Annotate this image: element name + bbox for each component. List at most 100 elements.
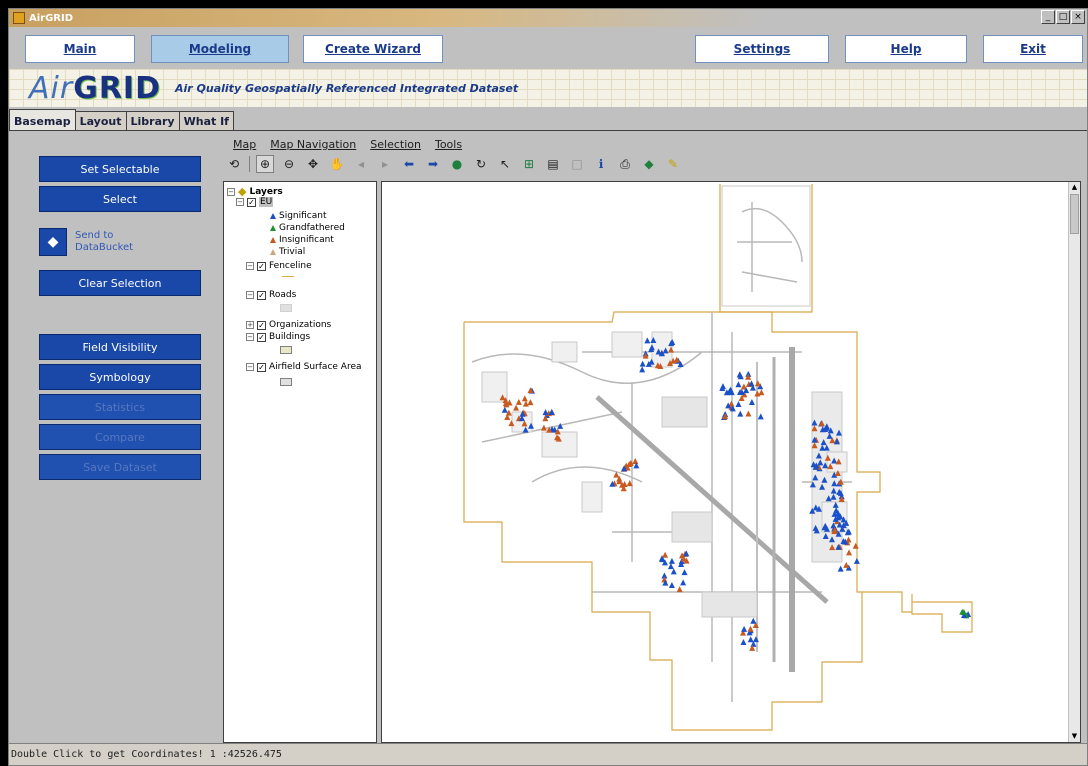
layer-checkbox[interactable]: ✓ — [257, 332, 266, 342]
highlight-icon[interactable]: ✎ — [664, 155, 682, 173]
minimize-icon[interactable]: _ — [1041, 10, 1055, 24]
eu-marker-icon[interactable] — [837, 565, 844, 572]
toc-layer-eu[interactable]: − ✓ EU — [236, 197, 274, 207]
main-button[interactable]: Main — [25, 35, 135, 63]
eu-marker-icon[interactable] — [735, 381, 742, 388]
eu-marker-icon[interactable] — [676, 586, 683, 593]
help-button[interactable]: Help — [845, 35, 967, 63]
refresh-icon[interactable]: ⟲ — [225, 155, 243, 173]
eu-marker-icon[interactable] — [515, 398, 522, 405]
eu-marker-icon[interactable] — [752, 636, 759, 643]
clear-icon[interactable]: □ — [568, 155, 586, 173]
eu-marker-icon[interactable] — [521, 395, 528, 402]
exit-button[interactable]: Exit — [983, 35, 1083, 63]
select-box-icon[interactable]: ⊞ — [520, 155, 538, 173]
expand-icon[interactable]: − — [246, 291, 254, 299]
expand-icon[interactable]: − — [246, 363, 254, 371]
toc-layer-organizations[interactable]: + ✓ Organizations — [246, 320, 331, 330]
eu-marker-icon[interactable] — [745, 410, 752, 417]
eu-marker-icon[interactable] — [741, 625, 748, 632]
toc-layer-fenceline[interactable]: − ✓ Fenceline — [246, 261, 312, 271]
map-canvas[interactable] — [382, 182, 1070, 743]
toc-layer-roads[interactable]: − ✓ Roads — [246, 290, 296, 300]
eu-marker-icon[interactable] — [668, 581, 675, 588]
tab-layout[interactable]: Layout — [74, 111, 127, 131]
eu-marker-icon[interactable] — [740, 638, 747, 645]
tab-basemap[interactable]: Basemap — [9, 109, 76, 131]
tab-what-if[interactable]: What If — [178, 111, 234, 131]
toc-layer-airfield[interactable]: − ✓ Airfield Surface Area — [246, 362, 362, 372]
menu-tools[interactable]: Tools — [435, 138, 462, 151]
send-to-databucket[interactable]: ◆ Send to DataBucket — [39, 228, 145, 256]
table-icon[interactable]: ▤ — [544, 155, 562, 173]
symbology-button[interactable]: Symbology — [39, 364, 201, 390]
scroll-up-icon[interactable]: ▲ — [1069, 182, 1080, 193]
tab-library[interactable]: Library — [125, 111, 180, 131]
map-scrollbar[interactable]: ▲ ▼ — [1068, 182, 1080, 742]
eu-marker-icon[interactable] — [639, 360, 646, 367]
save-dataset-button[interactable]: Save Dataset — [39, 454, 201, 480]
forward-icon[interactable]: ▸ — [376, 155, 394, 173]
layer-checkbox[interactable]: ✓ — [257, 290, 266, 300]
eu-marker-icon[interactable] — [668, 557, 675, 564]
modeling-button[interactable]: Modeling — [151, 35, 289, 63]
eu-marker-icon[interactable] — [644, 337, 651, 344]
collapse-icon[interactable]: − — [236, 198, 244, 206]
globe-icon[interactable]: ● — [448, 155, 466, 173]
layer-checkbox[interactable]: ✓ — [247, 197, 256, 207]
eu-marker-icon[interactable] — [757, 413, 764, 420]
eu-marker-icon[interactable] — [680, 579, 687, 586]
eu-marker-icon[interactable] — [542, 409, 549, 416]
eu-marker-icon[interactable] — [670, 568, 677, 575]
statistics-button[interactable]: Statistics — [39, 394, 201, 420]
eu-marker-icon[interactable] — [750, 617, 757, 624]
eu-marker-icon[interactable] — [527, 399, 534, 406]
maximize-icon[interactable]: □ — [1056, 10, 1070, 24]
eu-marker-icon[interactable] — [846, 549, 853, 556]
toc-layer-buildings[interactable]: − ✓ Buildings — [246, 332, 310, 342]
select-pointer-icon[interactable]: ↖ — [496, 155, 514, 173]
info-icon[interactable]: ℹ — [592, 155, 610, 173]
pan-icon[interactable]: ✋ — [328, 155, 346, 173]
eu-marker-icon[interactable] — [667, 563, 674, 570]
expand-icon[interactable]: − — [246, 262, 254, 270]
scroll-thumb[interactable] — [1070, 194, 1079, 234]
layer-checkbox[interactable]: ✓ — [257, 320, 266, 330]
eu-marker-icon[interactable] — [843, 561, 850, 568]
eu-marker-icon[interactable] — [747, 636, 754, 643]
eu-marker-icon[interactable] — [758, 389, 765, 396]
eu-marker-icon[interactable] — [501, 406, 508, 413]
collapse-icon[interactable]: − — [227, 187, 235, 196]
clear-selection-button[interactable]: Clear Selection — [39, 270, 201, 296]
zoom-out-icon[interactable]: ⊖ — [280, 155, 298, 173]
eu-marker-icon[interactable] — [639, 366, 646, 373]
menu-map-navigation[interactable]: Map Navigation — [270, 138, 356, 151]
layer-checkbox[interactable]: ✓ — [257, 362, 266, 372]
menu-selection[interactable]: Selection — [370, 138, 421, 151]
eu-marker-icon[interactable] — [662, 551, 669, 558]
select-button[interactable]: Select — [39, 186, 201, 212]
export-icon[interactable]: ◆ — [640, 155, 658, 173]
expand-icon[interactable]: + — [246, 321, 254, 329]
menu-map[interactable]: Map — [233, 138, 256, 151]
settings-button[interactable]: Settings — [695, 35, 829, 63]
eu-marker-icon[interactable] — [735, 401, 742, 408]
expand-icon[interactable]: − — [246, 333, 254, 341]
close-icon[interactable]: × — [1071, 10, 1085, 24]
redraw-icon[interactable]: ↻ — [472, 155, 490, 173]
eu-marker-icon[interactable] — [747, 625, 754, 632]
field-visibility-button[interactable]: Field Visibility — [39, 334, 201, 360]
layer-checkbox[interactable]: ✓ — [257, 261, 266, 271]
eu-marker-icon[interactable] — [853, 557, 860, 564]
eu-marker-icon[interactable] — [852, 542, 859, 549]
eu-marker-icon[interactable] — [632, 458, 639, 465]
eu-marker-icon[interactable] — [748, 399, 755, 406]
set-selectable-button[interactable]: Set Selectable — [39, 156, 201, 182]
full-extent-icon[interactable]: ✥ — [304, 155, 322, 173]
prev-extent-icon[interactable]: ⬅ — [400, 155, 418, 173]
create-wizard-button[interactable]: Create Wizard — [303, 35, 443, 63]
eu-marker-icon[interactable] — [737, 410, 744, 417]
eu-marker-icon[interactable] — [754, 380, 761, 387]
eu-marker-icon[interactable] — [681, 569, 688, 576]
next-extent-icon[interactable]: ➡ — [424, 155, 442, 173]
